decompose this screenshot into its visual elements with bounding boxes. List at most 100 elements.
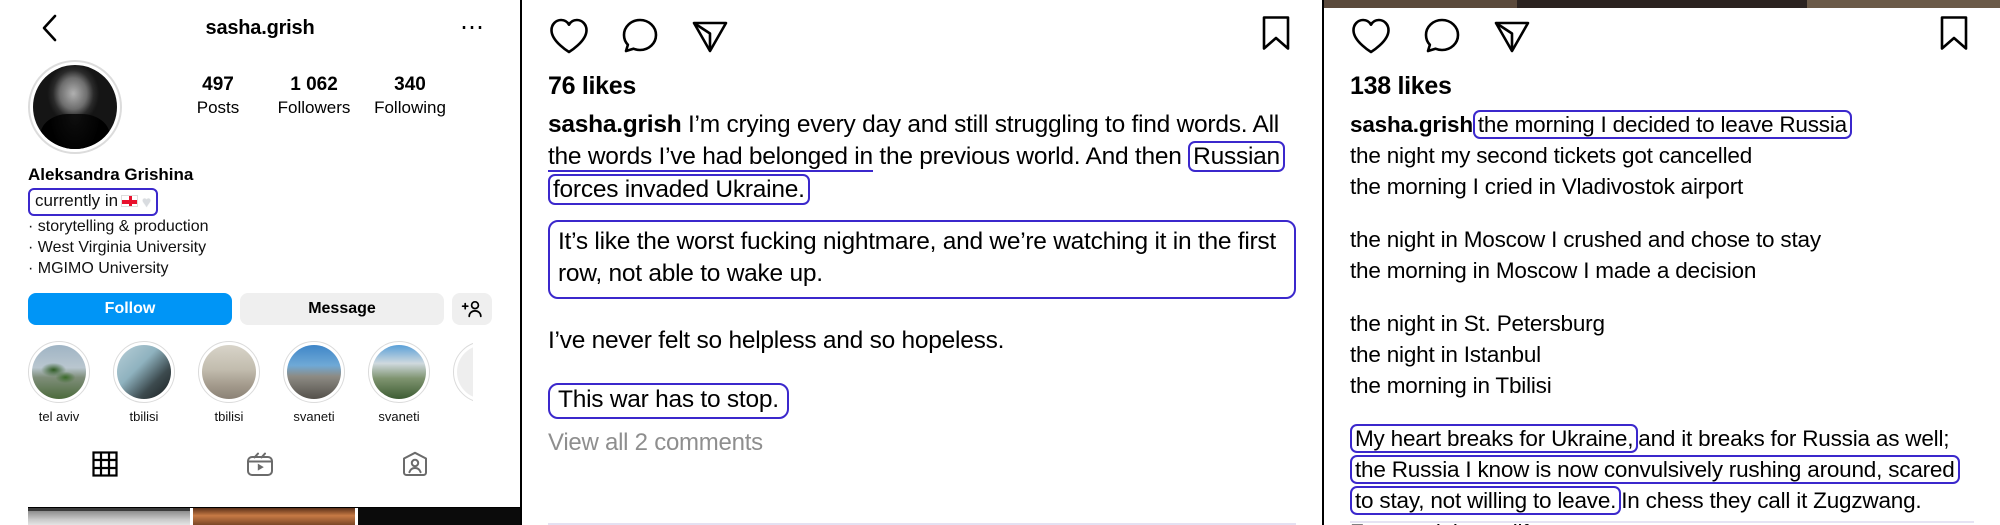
highlight-cover <box>117 345 171 400</box>
highlight-ring <box>368 341 430 404</box>
highlight-label: svaneti <box>293 409 335 425</box>
save-button[interactable] <box>1260 15 1292 58</box>
annotation-box-final-1: My heart breaks for Ukraine, <box>1350 424 1639 454</box>
profile-stats: 497 Posts 1 062 Followers 340 Following <box>170 60 458 118</box>
stat-posts[interactable]: 497 Posts <box>170 73 266 118</box>
caption-line: the morning in Moscow I made a decision <box>1350 258 1757 284</box>
comment-button[interactable] <box>620 17 660 55</box>
post-caption: sasha.grish I’m crying every day and sti… <box>548 109 1296 206</box>
grid-icon <box>92 451 118 477</box>
comment-bubble-icon <box>622 18 658 53</box>
highlight-next-partial[interactable] <box>453 341 473 424</box>
share-paper-plane-icon <box>1494 21 1530 53</box>
share-button[interactable] <box>690 17 730 55</box>
tagged-icon <box>402 452 427 477</box>
grid-thumb[interactable] <box>28 508 190 525</box>
bookmark-icon <box>1262 16 1290 50</box>
caption-line: the night in St. Petersburg <box>1350 311 1605 337</box>
profile-action-buttons: Follow Message <box>28 293 492 326</box>
highlight-label: tbilisi <box>129 409 159 425</box>
view-comments-link[interactable]: View all 2 comments <box>548 429 1296 457</box>
follow-button[interactable]: Follow <box>28 293 232 326</box>
profile-top-bar: sasha.grish ⋯ <box>28 0 492 56</box>
profile-tabs <box>28 442 492 486</box>
grid-thumb[interactable] <box>193 508 355 525</box>
highlight-label: svaneti <box>378 409 420 425</box>
post-action-bar <box>1350 0 1974 72</box>
stat-followers[interactable]: 1 062 Followers <box>266 73 362 118</box>
annotation-box-line-1: the morning I decided to leave Russia <box>1472 110 1852 139</box>
message-button[interactable]: Message <box>240 293 444 326</box>
add-person-icon <box>461 301 482 318</box>
bookmark-icon <box>1940 16 1968 50</box>
tab-reels[interactable] <box>183 442 338 486</box>
tab-tagged[interactable] <box>337 442 492 486</box>
highlight-ring <box>283 341 345 404</box>
annotation-underline-caption: the words I’ve had belonged in <box>548 143 873 173</box>
grid-thumb[interactable] <box>358 508 520 525</box>
stat-following-value: 340 <box>394 74 426 95</box>
stat-following[interactable]: 340 Following <box>362 73 458 118</box>
annotation-box-stop-line: This war has to stop. <box>548 382 789 419</box>
highlight-ring <box>113 341 175 404</box>
stat-followers-value: 1 062 <box>290 74 338 95</box>
caption-line: My heart breaks for Ukraine, and it break… <box>1350 423 1974 454</box>
annotation-box-paragraph: It’s like the worst fucking nightmare, a… <box>548 219 1296 299</box>
highlight-cover <box>372 345 426 400</box>
avatar[interactable] <box>28 60 122 154</box>
highlight-ring <box>28 341 90 404</box>
annotation-box-final-2: the Russia I know is now convulsively ru… <box>1350 455 1960 485</box>
highlight-svaneti-2[interactable]: svaneti <box>368 341 430 424</box>
page-title: sasha.grish <box>205 16 315 39</box>
bio-item-2: · MGIMO University <box>28 260 169 278</box>
caption-line: to stay, not willing to leave. In chess t… <box>1350 485 1974 516</box>
save-button[interactable] <box>1938 15 1970 58</box>
bio-item-0: · storytelling & production <box>28 217 209 235</box>
comment-button[interactable] <box>1422 17 1462 55</box>
instagram-profile-panel: sasha.grish ⋯ 497 Posts 1 062 Followers … <box>0 0 520 525</box>
bio-item-1: · West Virginia University <box>28 238 207 256</box>
highlight-label: tbilisi <box>214 409 244 425</box>
chevron-left-icon[interactable] <box>32 11 66 45</box>
caption-line: the morning I cried in Vladivostok airpo… <box>1350 174 1744 200</box>
post-bottom-divider <box>1350 521 1974 523</box>
screenshot-root: sasha.grish ⋯ 497 Posts 1 062 Followers … <box>0 0 2000 525</box>
caption-username[interactable]: sasha.grish <box>548 111 682 138</box>
highlight-tbilisi-2[interactable]: tbilisi <box>198 341 260 424</box>
highlight-tel-aviv[interactable]: tel aviv <box>28 341 90 424</box>
bio-location-row: currently in ♥ <box>28 186 492 216</box>
like-count: 76 likes <box>548 72 636 100</box>
highlight-tbilisi-1[interactable]: tbilisi <box>113 341 175 424</box>
caption-text: and it breaks for Russia as well; <box>1638 426 1950 452</box>
like-button[interactable] <box>548 17 590 55</box>
like-button[interactable] <box>1350 17 1392 55</box>
highlight-label: tel aviv <box>38 409 80 425</box>
profile-header: 497 Posts 1 062 Followers 340 Following <box>28 60 492 154</box>
heart-icon <box>550 18 588 54</box>
georgia-flag-icon <box>121 195 139 208</box>
caption-username[interactable]: sasha.grish <box>1350 112 1473 137</box>
share-button[interactable] <box>1492 17 1532 55</box>
stat-posts-label: Posts <box>196 97 240 117</box>
story-highlights: tel aviv tbilisi tbilisi svaneti svaneti <box>28 341 492 424</box>
highlight-cover <box>457 345 473 400</box>
caption-line-first: sasha.grish the morning I decided to leav… <box>1350 109 1974 140</box>
avatar-image <box>33 65 117 149</box>
tab-posts[interactable] <box>28 442 183 486</box>
highlight-svaneti-1[interactable]: svaneti <box>283 341 345 424</box>
post-panel-second: 138 likes sasha.grish the morning I decid… <box>1324 0 2000 525</box>
highlight-ring <box>198 341 260 404</box>
more-options-icon[interactable]: ⋯ <box>460 16 486 40</box>
stat-following-label: Following <box>374 97 446 117</box>
caption-line: the night in Istanbul <box>1350 342 1541 368</box>
bio-location-text: currently in <box>35 191 119 211</box>
white-heart-icon: ♥ <box>142 194 152 212</box>
highlight-cover <box>202 345 256 400</box>
stat-followers-label: Followers <box>277 97 351 117</box>
comment-bubble-icon <box>1424 18 1460 53</box>
heart-icon <box>1352 18 1390 54</box>
post-action-bar <box>548 0 1296 72</box>
profile-full-name: Aleksandra Grishina <box>28 165 194 184</box>
add-person-button[interactable] <box>452 293 492 326</box>
posts-grid-preview <box>28 507 520 525</box>
